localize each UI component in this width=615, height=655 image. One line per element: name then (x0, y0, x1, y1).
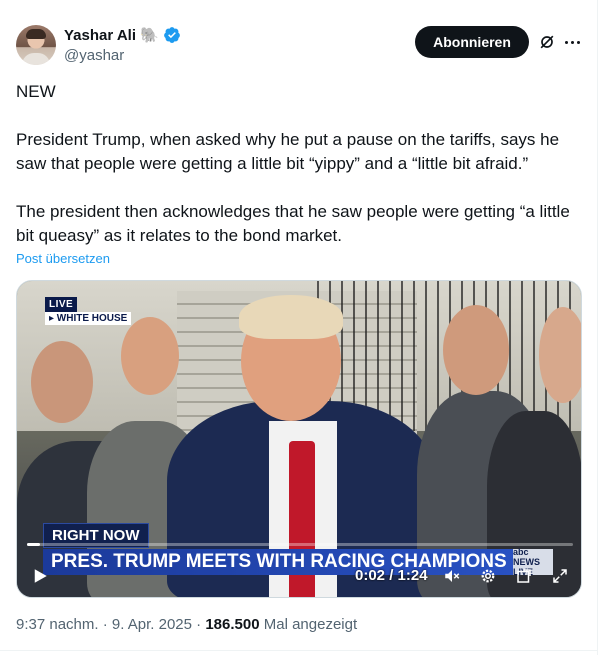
live-badge: LIVE (45, 297, 78, 312)
author-name-row[interactable]: Yashar Ali 🐘 (64, 26, 181, 44)
meta-separator: · (102, 616, 108, 633)
fullscreen-icon[interactable] (551, 567, 569, 585)
mute-icon[interactable] (443, 567, 461, 585)
author-display-name[interactable]: Yashar Ali (64, 27, 136, 44)
news-ticker: PRES. TRUMP MEETS WITH RACING CHAMPIONS (43, 549, 553, 575)
elephant-emoji: 🐘 (139, 26, 159, 44)
verified-badge-icon (163, 27, 180, 43)
grok-icon[interactable] (537, 32, 557, 52)
view-count-label: Mal angezeigt (263, 616, 358, 633)
tweet-card: Yashar Ali 🐘 @yashar Abonnieren NEW Pres… (0, 0, 598, 655)
location-badge: ▸ WHITE HOUSE (45, 312, 132, 325)
view-count: 186.500 (205, 616, 260, 633)
video-person-head (31, 341, 93, 423)
tweet-meta: 9:37 nachm. · 9. Apr. 2025 · 186.500 Mal… (16, 616, 357, 633)
settings-gear-icon[interactable] (479, 567, 497, 585)
video-time: 0:02 / 1:24 (355, 567, 428, 584)
meta-separator: · (196, 616, 202, 633)
author-handle[interactable]: @yashar (64, 47, 124, 64)
more-options-icon[interactable] (562, 32, 582, 52)
popout-icon[interactable] (515, 567, 533, 585)
video-player[interactable]: LIVE ▸ WHITE HOUSE RIGHT NOW PRES. TRUMP… (16, 280, 582, 598)
divider (0, 650, 598, 651)
video-progress-bar[interactable] (27, 543, 573, 546)
tweet-date[interactable]: 9. Apr. 2025 (112, 616, 192, 633)
follow-button[interactable]: Abonnieren (415, 26, 529, 58)
tweet-text: NEW President Trump, when asked why he p… (16, 80, 582, 248)
video-progress-fill (27, 543, 41, 546)
avatar-shirt (22, 53, 50, 65)
video-person-head (121, 317, 179, 395)
tweet-paragraph: The president then acknowledges that he … (16, 202, 575, 245)
video-person-head (539, 307, 581, 403)
tweet-paragraph: President Trump, when asked why he put a… (16, 130, 564, 173)
translate-link[interactable]: Post übersetzen (16, 251, 110, 266)
avatar-hair (26, 29, 46, 39)
tweet-paragraph: NEW (16, 82, 56, 101)
video-person-head (443, 305, 509, 395)
video-person-hair (239, 295, 343, 339)
tweet-time[interactable]: 9:37 nachm. (16, 616, 99, 633)
play-icon[interactable] (31, 567, 49, 585)
avatar[interactable] (16, 25, 56, 65)
